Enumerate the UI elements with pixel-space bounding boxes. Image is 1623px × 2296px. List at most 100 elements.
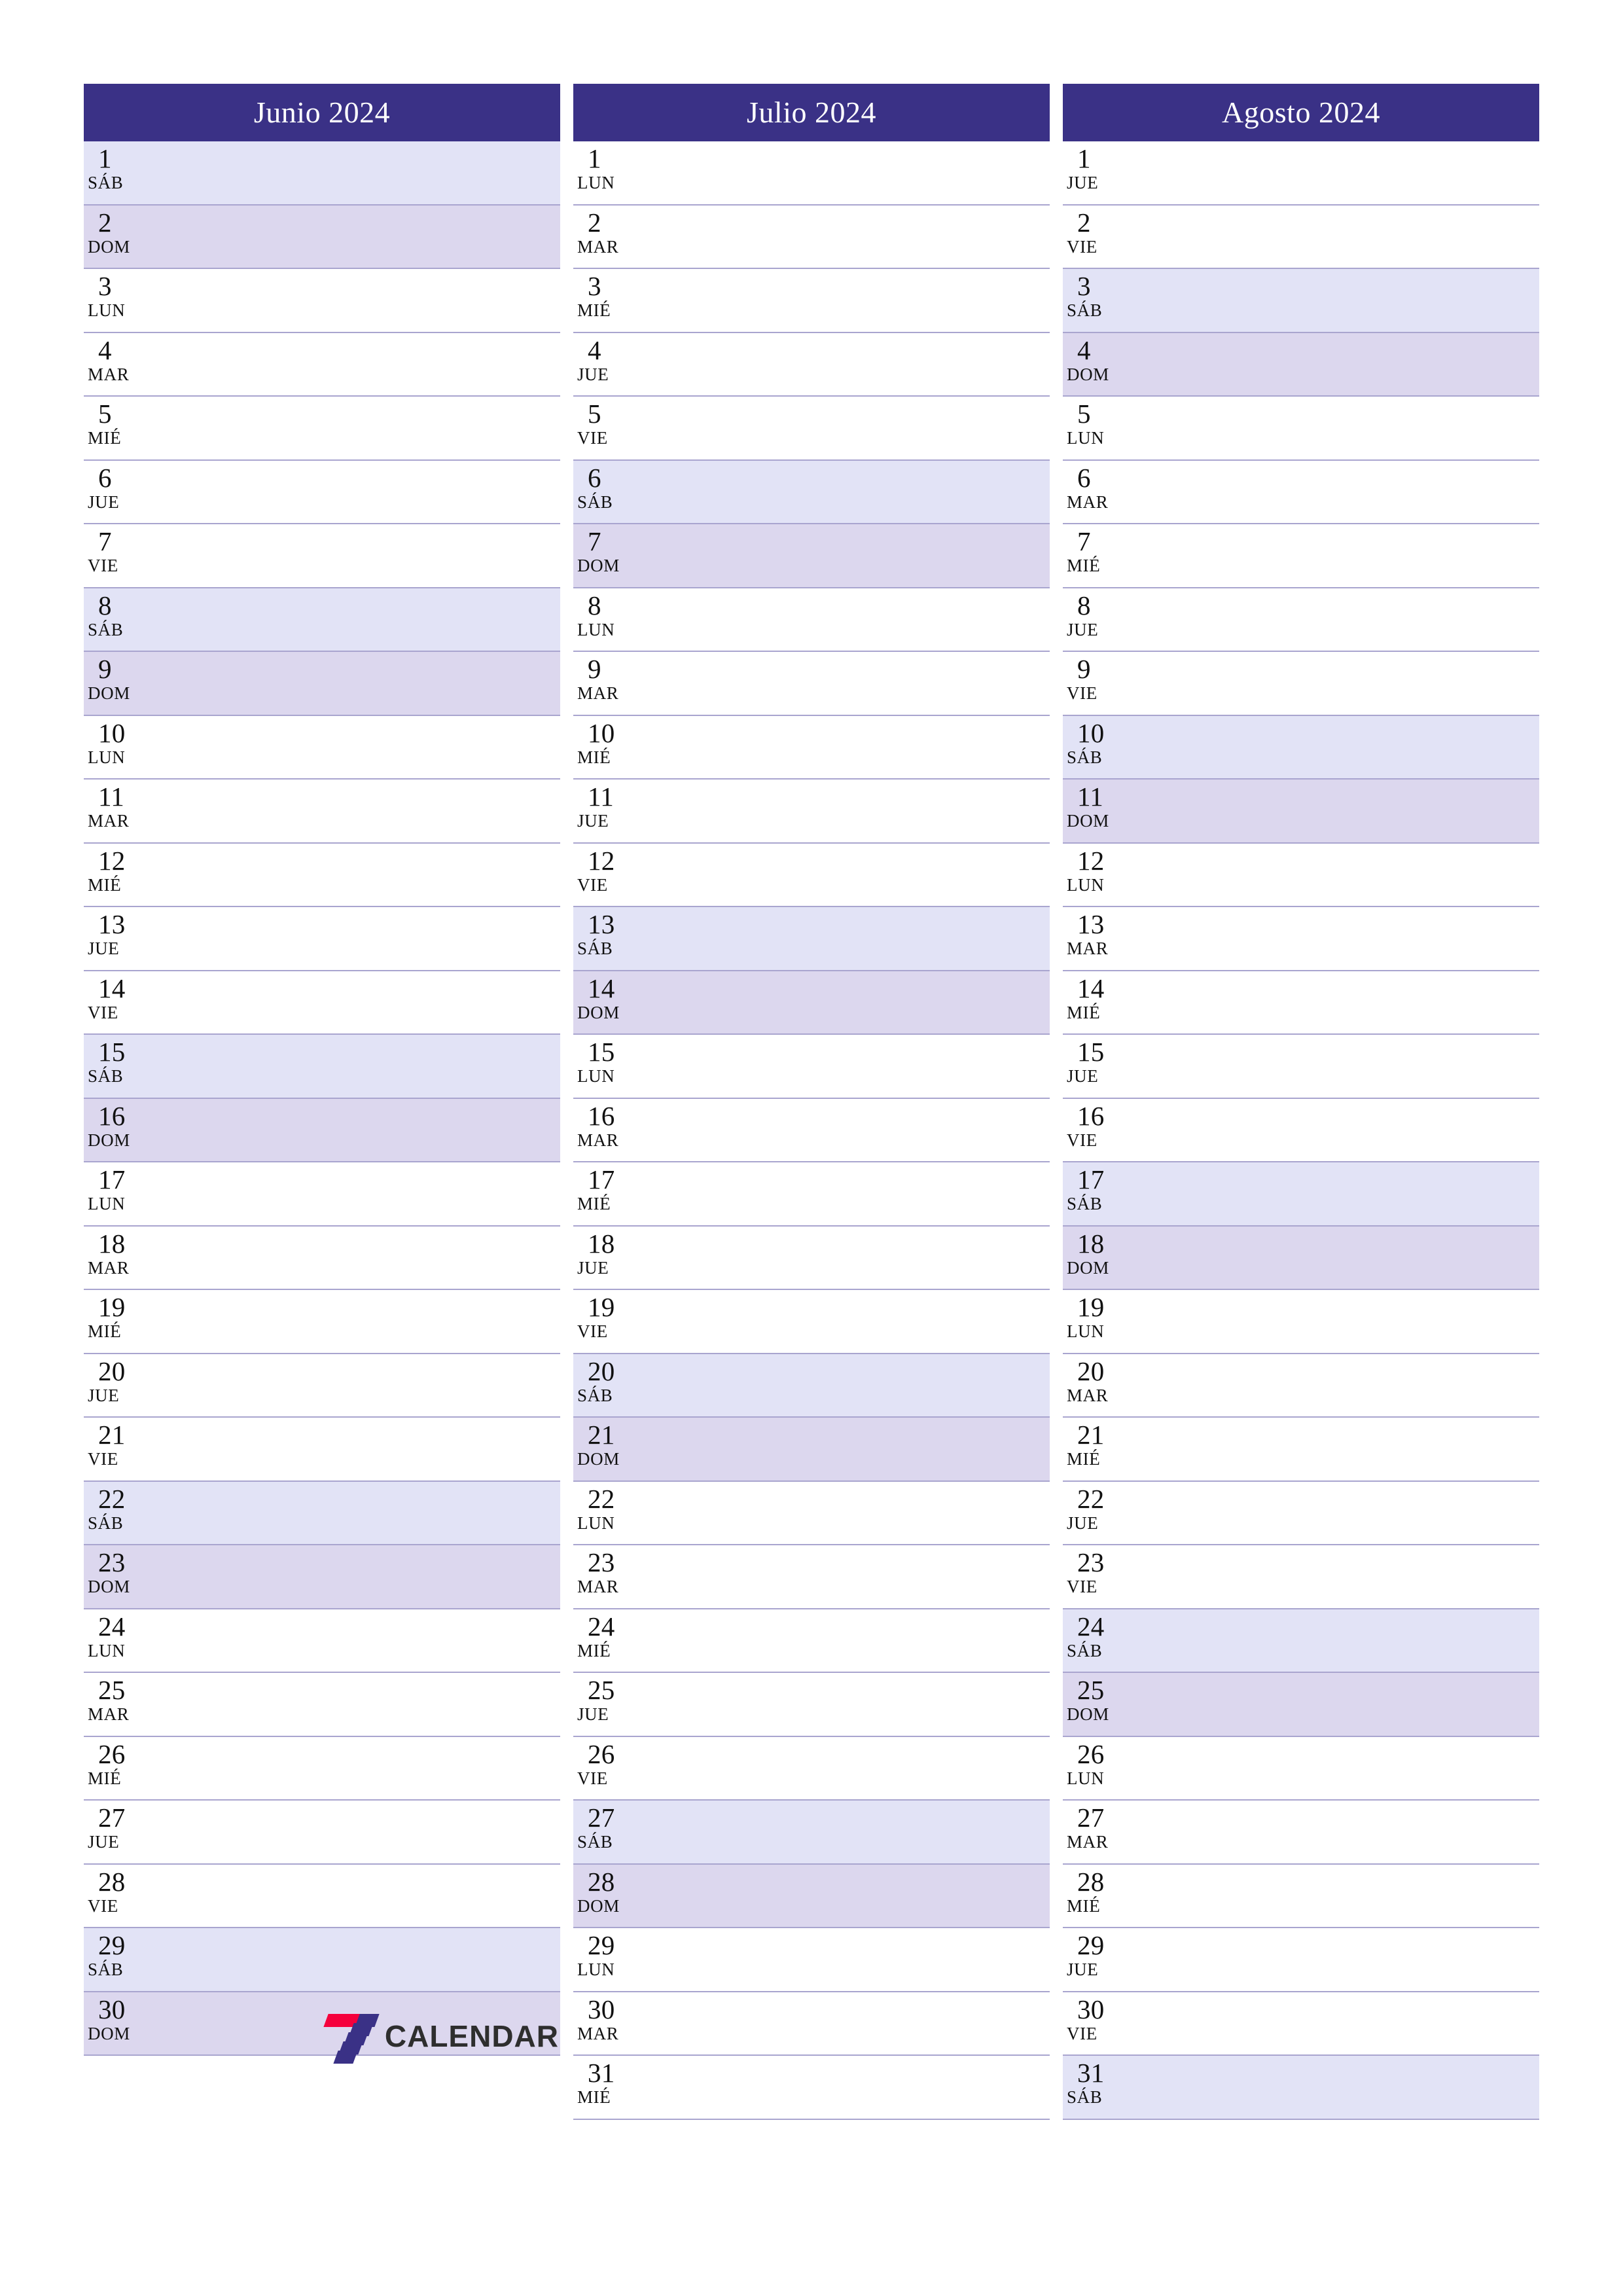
day-row[interactable]: 27 MAR xyxy=(1063,1801,1539,1865)
day-row[interactable]: 24 SÁB xyxy=(1063,1609,1539,1673)
day-row[interactable]: 5 MIÉ xyxy=(84,397,560,461)
day-row[interactable]: 7 VIE xyxy=(84,524,560,588)
day-row[interactable]: 7 MIÉ xyxy=(1063,524,1539,588)
day-row[interactable]: 18 DOM xyxy=(1063,1226,1539,1290)
day-row[interactable]: 14 DOM xyxy=(573,971,1050,1035)
day-row[interactable]: 2 DOM xyxy=(84,205,560,269)
day-number: 4 xyxy=(98,334,112,365)
day-row[interactable]: 14 MIÉ xyxy=(1063,971,1539,1035)
day-row[interactable]: 13 MAR xyxy=(1063,907,1539,971)
day-row[interactable]: 18 JUE xyxy=(573,1226,1050,1290)
day-row[interactable]: 11 JUE xyxy=(573,780,1050,844)
day-row[interactable]: 26 LUN xyxy=(1063,1736,1539,1801)
day-row[interactable]: 9 DOM xyxy=(84,652,560,716)
day-row[interactable]: 15 SÁB xyxy=(84,1035,560,1099)
day-row[interactable]: 11 MAR xyxy=(84,780,560,844)
day-row[interactable]: 29 SÁB xyxy=(84,1928,560,1992)
day-row[interactable]: 24 LUN xyxy=(84,1609,560,1673)
day-row[interactable]: 9 MAR xyxy=(573,652,1050,716)
day-row[interactable]: 17 SÁB xyxy=(1063,1162,1539,1227)
day-row[interactable]: 25 DOM xyxy=(1063,1673,1539,1737)
day-row[interactable]: 12 VIE xyxy=(573,843,1050,907)
day-row[interactable]: 14 VIE xyxy=(84,971,560,1035)
day-row[interactable]: 22 LUN xyxy=(573,1481,1050,1545)
day-number: 27 xyxy=(98,1803,126,1833)
day-row[interactable]: 21 MIÉ xyxy=(1063,1418,1539,1482)
day-row[interactable]: 4 DOM xyxy=(1063,332,1539,397)
day-row[interactable]: 22 JUE xyxy=(1063,1481,1539,1545)
day-row[interactable]: 13 SÁB xyxy=(573,907,1050,971)
day-row[interactable]: 8 JUE xyxy=(1063,588,1539,652)
day-row[interactable]: 20 JUE xyxy=(84,1354,560,1418)
day-number: 3 xyxy=(98,271,112,301)
day-row[interactable]: 21 VIE xyxy=(84,1418,560,1482)
day-row[interactable]: 10 SÁB xyxy=(1063,715,1539,780)
day-row[interactable]: 6 SÁB xyxy=(573,460,1050,524)
day-row[interactable]: 2 MAR xyxy=(573,205,1050,269)
day-row[interactable]: 1 JUE xyxy=(1063,141,1539,206)
day-row[interactable]: 26 MIÉ xyxy=(84,1736,560,1801)
day-row[interactable]: 1 SÁB xyxy=(84,141,560,206)
day-row[interactable]: 27 SÁB xyxy=(573,1801,1050,1865)
day-row[interactable]: 25 MAR xyxy=(84,1673,560,1737)
day-row[interactable]: 3 SÁB xyxy=(1063,269,1539,333)
day-row[interactable]: 21 DOM xyxy=(573,1418,1050,1482)
day-row[interactable]: 31 SÁB xyxy=(1063,2056,1539,2120)
day-row[interactable]: 2 VIE xyxy=(1063,205,1539,269)
day-row[interactable]: 16 MAR xyxy=(573,1098,1050,1162)
day-row[interactable]: 26 VIE xyxy=(573,1736,1050,1801)
day-row[interactable]: 23 DOM xyxy=(84,1545,560,1609)
day-row[interactable]: 12 LUN xyxy=(1063,843,1539,907)
day-row[interactable]: 9 VIE xyxy=(1063,652,1539,716)
day-row[interactable]: 24 MIÉ xyxy=(573,1609,1050,1673)
day-row[interactable]: 15 JUE xyxy=(1063,1035,1539,1099)
logo-block xyxy=(333,2051,358,2064)
day-row[interactable]: 8 SÁB xyxy=(84,588,560,652)
day-row[interactable]: 5 VIE xyxy=(573,397,1050,461)
day-row[interactable]: 16 VIE xyxy=(1063,1098,1539,1162)
day-row[interactable]: 20 SÁB xyxy=(573,1354,1050,1418)
day-row[interactable]: 8 LUN xyxy=(573,588,1050,652)
day-row[interactable]: 28 MIÉ xyxy=(1063,1864,1539,1928)
day-row[interactable]: 3 MIÉ xyxy=(573,269,1050,333)
day-row[interactable]: 6 JUE xyxy=(84,460,560,524)
day-row[interactable]: 17 MIÉ xyxy=(573,1162,1050,1227)
day-number: 13 xyxy=(588,909,615,939)
day-row[interactable]: 10 MIÉ xyxy=(573,715,1050,780)
day-row[interactable]: 5 LUN xyxy=(1063,397,1539,461)
day-row[interactable]: 1 LUN xyxy=(573,141,1050,206)
day-row[interactable]: 22 SÁB xyxy=(84,1481,560,1545)
day-row[interactable]: 17 LUN xyxy=(84,1162,560,1227)
day-row[interactable]: 30 MAR xyxy=(573,1992,1050,2056)
day-row[interactable]: 19 VIE xyxy=(573,1290,1050,1354)
day-row[interactable]: 20 MAR xyxy=(1063,1354,1539,1418)
day-row[interactable]: 12 MIÉ xyxy=(84,843,560,907)
day-row[interactable]: 25 JUE xyxy=(573,1673,1050,1737)
day-row[interactable]: 10 LUN xyxy=(84,715,560,780)
day-row[interactable]: 29 LUN xyxy=(573,1928,1050,1992)
day-row[interactable]: 19 MIÉ xyxy=(84,1290,560,1354)
day-row[interactable]: 4 JUE xyxy=(573,332,1050,397)
day-row[interactable]: 13 JUE xyxy=(84,907,560,971)
day-row[interactable]: 6 MAR xyxy=(1063,460,1539,524)
day-row[interactable]: 30 VIE xyxy=(1063,1992,1539,2056)
day-row[interactable]: 28 DOM xyxy=(573,1864,1050,1928)
day-number: 27 xyxy=(1077,1803,1105,1833)
day-row[interactable]: 23 MAR xyxy=(573,1545,1050,1609)
day-row[interactable]: 15 LUN xyxy=(573,1035,1050,1099)
day-row[interactable]: 27 JUE xyxy=(84,1801,560,1865)
day-number: 9 xyxy=(1077,654,1091,684)
day-row[interactable]: 19 LUN xyxy=(1063,1290,1539,1354)
day-row[interactable]: 11 DOM xyxy=(1063,780,1539,844)
day-row[interactable]: 23 VIE xyxy=(1063,1545,1539,1609)
day-row[interactable]: 3 LUN xyxy=(84,269,560,333)
day-row[interactable]: 29 JUE xyxy=(1063,1928,1539,1992)
day-row[interactable]: 18 MAR xyxy=(84,1226,560,1290)
day-row[interactable]: 28 VIE xyxy=(84,1864,560,1928)
day-weekday-label: JUE xyxy=(577,364,609,384)
day-row[interactable]: 7 DOM xyxy=(573,524,1050,588)
day-weekday-label: JUE xyxy=(88,1832,120,1852)
day-row[interactable]: 16 DOM xyxy=(84,1098,560,1162)
day-row[interactable]: 4 MAR xyxy=(84,332,560,397)
day-row[interactable]: 31 MIÉ xyxy=(573,2056,1050,2120)
